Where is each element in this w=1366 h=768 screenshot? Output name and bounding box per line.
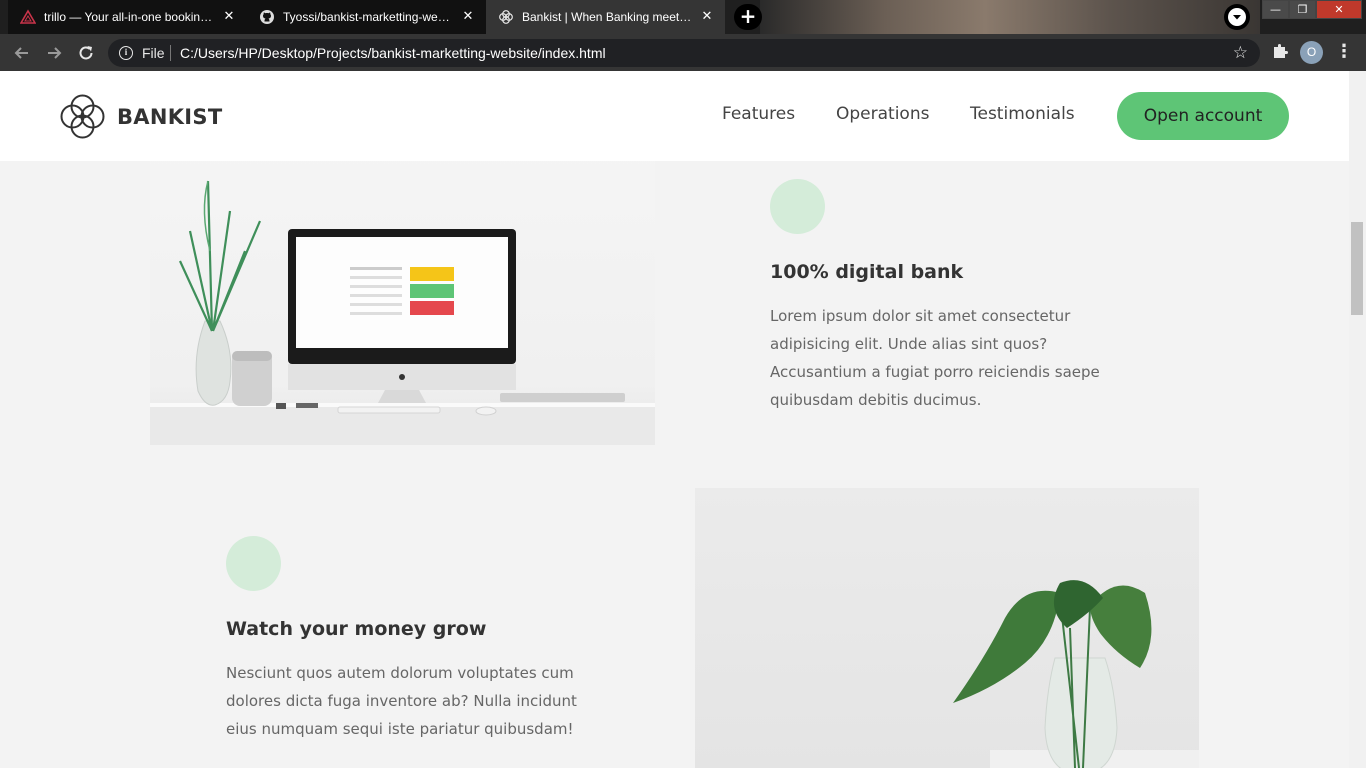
feature-icon-grow: [226, 536, 281, 591]
site-navigation: BANKIST Features Operations Testimonials…: [0, 71, 1349, 161]
window-background-photo: [760, 0, 1260, 34]
feature-description: Nesciunt quos autem dolorum voluptates c…: [226, 664, 577, 738]
profile-avatar[interactable]: O: [1300, 41, 1323, 64]
tab-strip: trillo — Your all-in-one booking app ✕ T…: [0, 0, 1366, 34]
window-close-button[interactable]: ✕: [1316, 0, 1362, 19]
extensions-puzzle-icon[interactable]: [1270, 42, 1290, 62]
tab-bankist[interactable]: Bankist | When Banking meets Minimalist …: [486, 0, 725, 34]
tab-search-chevron-icon[interactable]: [1224, 4, 1250, 30]
tab-title: Tyossi/bankist-marketting-website: [283, 10, 454, 24]
nav-link-features[interactable]: Features: [722, 104, 795, 124]
forward-arrow-icon[interactable]: [43, 42, 65, 64]
tab-github[interactable]: Tyossi/bankist-marketting-website ✕: [247, 0, 486, 34]
tab-trillo[interactable]: trillo — Your all-in-one booking app ✕: [8, 0, 247, 34]
bookmark-star-icon[interactable]: ☆: [1233, 43, 1248, 63]
nav-link-operations[interactable]: Operations: [836, 104, 929, 124]
close-icon[interactable]: ✕: [221, 9, 237, 25]
close-icon[interactable]: ✕: [699, 9, 715, 25]
feature-title: 100% digital bank: [770, 261, 964, 283]
scrollbar-thumb[interactable]: [1351, 222, 1363, 315]
minimize-button[interactable]: —: [1262, 0, 1289, 19]
triangle-logo-icon: [20, 9, 36, 25]
github-icon: [259, 9, 275, 25]
nav-link-testimonials[interactable]: Testimonials: [970, 104, 1075, 124]
page-viewport: 100% digital bank Lorem ipsum dolor sit …: [0, 71, 1349, 768]
divider: [170, 45, 171, 61]
feature-image-digital: [150, 141, 655, 445]
scheme-label: File: [142, 45, 165, 61]
new-tab-button[interactable]: +: [734, 4, 762, 30]
site-logo[interactable]: BANKIST: [59, 93, 222, 140]
maximize-button[interactable]: ❐: [1289, 0, 1316, 19]
info-icon[interactable]: i: [119, 46, 133, 60]
reload-icon[interactable]: [75, 42, 97, 64]
tab-title: trillo — Your all-in-one booking app: [44, 10, 215, 24]
tab-title: Bankist | When Banking meets Minimalist: [522, 10, 693, 24]
open-account-button[interactable]: Open account: [1117, 92, 1289, 140]
bankist-logo-icon: [498, 9, 514, 25]
feature-image-grow: [695, 488, 1199, 768]
feature-icon-digital: [770, 179, 825, 234]
logo-text: BANKIST: [117, 104, 223, 129]
page-scrollbar[interactable]: [1349, 71, 1366, 768]
address-bar[interactable]: i File C:/Users/HP/Desktop/Projects/bank…: [108, 39, 1260, 67]
close-icon[interactable]: ✕: [460, 9, 476, 25]
more-menu-icon[interactable]: ⋮: [1334, 41, 1354, 63]
browser-toolbar: i File C:/Users/HP/Desktop/Projects/bank…: [0, 34, 1366, 71]
bankist-logo-icon: [60, 94, 105, 139]
url-text[interactable]: C:/Users/HP/Desktop/Projects/bankist-mar…: [180, 45, 606, 61]
feature-description: Lorem ipsum dolor sit amet consectetur a…: [770, 307, 1100, 409]
back-arrow-icon[interactable]: [11, 42, 33, 64]
feature-title: Watch your money grow: [226, 618, 487, 640]
